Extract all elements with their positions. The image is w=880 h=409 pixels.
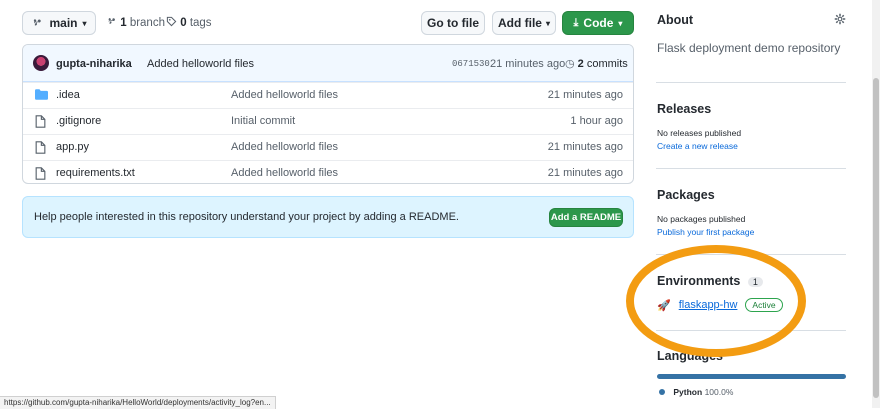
file-name[interactable]: .idea: [56, 89, 80, 101]
file-age: 21 minutes ago: [547, 141, 623, 153]
branch-selector-button[interactable]: main ▾: [22, 11, 96, 35]
divider: [656, 82, 846, 83]
environment-status-badge: Active: [745, 298, 783, 312]
divider: [656, 254, 846, 255]
language-name: Python: [673, 387, 703, 397]
language-item[interactable]: Python 100.0%: [659, 387, 733, 397]
commit-count: 2: [577, 58, 584, 70]
environments-count-badge: 1: [747, 277, 763, 287]
packages-title[interactable]: Packages: [657, 188, 715, 202]
commit-age: 21 minutes ago: [490, 58, 566, 70]
environments-label: Environments: [657, 274, 741, 288]
add-file-button[interactable]: Add file ▾: [492, 11, 556, 35]
rocket-icon: 🚀: [657, 299, 671, 312]
commit-author[interactable]: gupta-niharika: [56, 58, 132, 70]
table-row[interactable]: requirements.txt Added helloworld files …: [23, 160, 633, 183]
divider: [656, 330, 846, 331]
gear-icon[interactable]: [834, 13, 846, 25]
history-icon: ◷: [565, 58, 575, 70]
environment-item[interactable]: 🚀 flaskapp-hw Active: [657, 298, 783, 312]
branches-link[interactable]: 1 branch: [106, 16, 165, 29]
environments-title[interactable]: Environments 1: [657, 274, 763, 288]
chevron-down-icon: ▾: [82, 18, 87, 28]
folder-icon: [35, 89, 48, 100]
scrollbar-track[interactable]: [872, 0, 880, 408]
table-row[interactable]: .idea Added helloworld files 21 minutes …: [23, 82, 633, 108]
file-commit-message[interactable]: Initial commit: [231, 115, 295, 127]
tags-link[interactable]: 0 tags: [166, 16, 212, 29]
tag-count: 0: [180, 17, 187, 29]
divider: [656, 168, 846, 169]
create-release-link[interactable]: Create a new release: [657, 141, 738, 151]
language-percent: 100.0%: [704, 387, 734, 397]
file-icon: [35, 167, 46, 180]
chevron-down-icon: ▾: [545, 18, 550, 28]
language-bar: [657, 374, 846, 379]
add-file-label: Add file: [497, 16, 542, 30]
tag-icon: [166, 16, 177, 27]
file-icon: [35, 115, 46, 128]
scrollbar-thumb[interactable]: [873, 78, 879, 398]
file-name[interactable]: .gitignore: [56, 115, 101, 127]
releases-title[interactable]: Releases: [657, 102, 711, 116]
code-label: Code: [583, 16, 614, 30]
file-icon: [35, 141, 46, 154]
languages-title: Languages: [657, 349, 723, 363]
table-row[interactable]: .gitignore Initial commit 1 hour ago: [23, 108, 633, 134]
file-age: 21 minutes ago: [547, 89, 623, 101]
add-readme-button[interactable]: Add a README: [549, 208, 623, 227]
table-row[interactable]: app.py Added helloworld files 21 minutes…: [23, 134, 633, 160]
readme-banner-text: Help people interested in this repositor…: [34, 211, 459, 223]
branch-label: branch: [129, 17, 165, 29]
avatar[interactable]: [33, 55, 49, 71]
latest-commit-bar: gupta-niharika Added helloworld files 06…: [23, 45, 633, 82]
packages-empty-text: No packages published: [657, 214, 746, 224]
commit-message[interactable]: Added helloworld files: [147, 58, 254, 70]
code-button[interactable]: ⤓ Code ▾: [562, 11, 634, 35]
commits-link[interactable]: ◷ 2 commits: [565, 57, 628, 70]
file-age: 21 minutes ago: [547, 167, 623, 179]
readme-banner: Help people interested in this repositor…: [22, 196, 634, 238]
file-age: 1 hour ago: [570, 115, 623, 127]
download-icon: ⤓: [573, 16, 579, 29]
file-commit-message[interactable]: Added helloworld files: [231, 141, 338, 153]
commit-sha[interactable]: 0671530: [452, 59, 490, 69]
chevron-down-icon: ▾: [618, 18, 623, 28]
language-bar-fill: [657, 374, 846, 379]
status-bar-url: https://github.com/gupta-niharika/HelloW…: [0, 396, 276, 409]
language-dot-icon: [659, 389, 665, 395]
branch-count: 1: [120, 17, 127, 29]
go-to-file-button[interactable]: Go to file: [421, 11, 485, 35]
branch-name: main: [49, 16, 78, 30]
commit-label: commits: [586, 58, 628, 70]
git-branch-icon: [34, 19, 42, 26]
releases-empty-text: No releases published: [657, 128, 742, 138]
environment-link[interactable]: flaskapp-hw: [679, 299, 738, 311]
file-name[interactable]: requirements.txt: [56, 167, 135, 179]
file-commit-message[interactable]: Added helloworld files: [231, 89, 338, 101]
git-branch-icon: [108, 18, 115, 24]
file-commit-message[interactable]: Added helloworld files: [231, 167, 338, 179]
file-table: gupta-niharika Added helloworld files 06…: [22, 44, 634, 184]
about-description: Flask deployment demo repository: [657, 41, 841, 55]
about-title: About: [657, 13, 694, 27]
publish-package-link[interactable]: Publish your first package: [657, 227, 754, 237]
tag-label: tags: [189, 17, 212, 29]
file-name[interactable]: app.py: [56, 141, 89, 153]
